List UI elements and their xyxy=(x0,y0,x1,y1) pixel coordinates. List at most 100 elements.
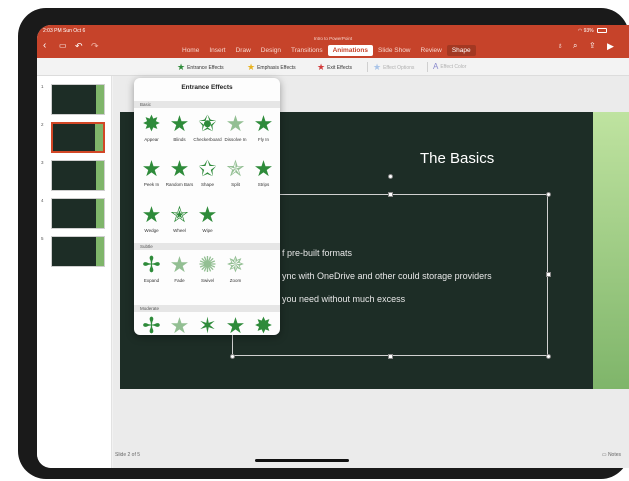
thumbnail-image xyxy=(51,198,105,229)
shape-star-icon: ✩ xyxy=(198,156,217,181)
entrance-effects-popover: Entrance Effects Basic ✸ Appear ★ Blinds ✬… xyxy=(134,78,280,335)
tab-slide-show[interactable]: Slide Show xyxy=(373,45,416,56)
lightbulb-icon[interactable]: ♁ xyxy=(557,41,563,51)
effect-random-bars[interactable]: ★ Random Bars xyxy=(165,156,194,196)
resize-handle[interactable] xyxy=(388,192,393,197)
effect-color-button[interactable]: A Effect Color xyxy=(433,62,466,71)
effect-label: Blinds xyxy=(173,137,186,142)
ribbon-divider xyxy=(427,62,428,72)
entrance-effects-label: Entrance Effects xyxy=(187,64,224,71)
effect-zoom[interactable]: ✵ Zoom xyxy=(221,252,250,292)
wedge-star-icon: ★ xyxy=(141,202,162,227)
emphasis-effects-label: Emphasis Effects xyxy=(257,64,296,71)
resize-handle[interactable] xyxy=(546,354,551,359)
thumbnail-image xyxy=(51,236,105,267)
effect-appear[interactable]: ✸ Appear xyxy=(137,111,166,151)
peek-in-star-icon: ★ xyxy=(141,156,162,181)
effect-options-button[interactable]: ★ Effect Options xyxy=(373,62,414,73)
resize-handle[interactable] xyxy=(388,354,393,359)
redo-icon[interactable]: ↷ xyxy=(91,41,99,51)
effect-swivel[interactable]: ✺ Swivel xyxy=(193,252,222,292)
emphasis-effects-button[interactable]: ★ Emphasis Effects xyxy=(247,62,296,73)
moderate-star-icon: ★ xyxy=(225,313,246,335)
status-indicators: ◠ 93% xyxy=(578,28,607,34)
effect-label: Random Bars xyxy=(165,182,194,187)
title-bar: 2:03 PM Sun Oct 6 ◠ 93% Intro to PowerPo… xyxy=(37,25,629,58)
effect-split[interactable]: ✯ Split xyxy=(221,156,250,196)
swivel-star-icon: ✺ xyxy=(198,252,217,277)
thumbnail-image-selected xyxy=(51,122,105,153)
effect-shape[interactable]: ✩ Shape xyxy=(193,156,222,196)
effect-moderate-2[interactable]: ★ xyxy=(165,313,194,335)
effect-peek-in[interactable]: ★ Peek In xyxy=(137,156,166,196)
play-icon[interactable]: ▶ xyxy=(607,41,614,51)
exit-star-icon: ★ xyxy=(317,62,326,72)
tab-animations[interactable]: Animations xyxy=(327,45,373,56)
resize-handle[interactable] xyxy=(546,272,551,277)
ribbon-tabs: Home Insert Draw Design Transitions Anim… xyxy=(177,45,476,56)
status-time: 2:03 PM Sun Oct 6 xyxy=(43,28,86,34)
entrance-star-icon: ★ xyxy=(177,62,186,72)
effect-fly-in[interactable]: ★ Fly In xyxy=(249,111,278,151)
section-header-subtle: Subtle xyxy=(134,243,280,250)
effect-checkerboard[interactable]: ✬ Checkerboard xyxy=(193,111,222,151)
slide-accent-band xyxy=(593,112,629,389)
effect-options-icon: ★ xyxy=(373,62,382,72)
effect-dissolve-in[interactable]: ★ Dissolve In xyxy=(221,111,250,151)
effect-wipe[interactable]: ★ Wipe xyxy=(193,202,222,242)
appear-star-icon: ✸ xyxy=(142,111,161,136)
battery-icon xyxy=(597,28,607,34)
moderate-star-icon: ✶ xyxy=(198,313,217,335)
thumbnail-image xyxy=(51,84,105,115)
moderate-star-icon: ★ xyxy=(169,313,190,335)
strips-star-icon: ★ xyxy=(253,156,274,181)
undo-icon[interactable]: ↶ xyxy=(75,41,83,51)
effect-label: Shape xyxy=(200,182,214,187)
effect-expand[interactable]: ✢ Expand xyxy=(137,252,166,292)
exit-effects-button[interactable]: ★ Exit Effects xyxy=(317,62,352,73)
effect-strips[interactable]: ★ Strips xyxy=(249,156,278,196)
effect-moderate-4[interactable]: ★ xyxy=(221,313,250,335)
resize-handle[interactable] xyxy=(230,354,235,359)
tab-shape[interactable]: Shape xyxy=(446,45,476,56)
tab-home[interactable]: Home xyxy=(177,45,204,56)
search-icon[interactable]: ⌕ xyxy=(573,41,577,51)
tab-design[interactable]: Design xyxy=(256,45,286,56)
resize-handle[interactable] xyxy=(546,192,551,197)
effect-label: Zoom xyxy=(229,278,242,283)
effect-blinds[interactable]: ★ Blinds xyxy=(165,111,194,151)
back-icon[interactable]: ‹ xyxy=(43,41,46,51)
popover-title: Entrance Effects xyxy=(181,84,233,91)
rotate-handle[interactable] xyxy=(388,174,393,179)
thumbnail-number: 3 xyxy=(41,160,44,165)
tab-draw[interactable]: Draw xyxy=(231,45,256,56)
effect-wedge[interactable]: ★ Wedge xyxy=(137,202,166,242)
notes-button[interactable]: ▭ Notes xyxy=(602,452,621,458)
effect-fade[interactable]: ★ Fade xyxy=(165,252,194,292)
effect-moderate-5[interactable]: ✸ xyxy=(249,313,278,335)
slide-title[interactable]: The Basics xyxy=(420,150,494,167)
random-bars-star-icon: ★ xyxy=(169,156,190,181)
effect-moderate-3[interactable]: ✶ xyxy=(193,313,222,335)
zoom-star-icon: ✵ xyxy=(226,252,245,277)
tab-review[interactable]: Review xyxy=(416,45,447,56)
effect-wheel[interactable]: ✭ Wheel xyxy=(165,202,194,242)
effect-label: Checkerboard xyxy=(193,137,222,142)
slide-counter: Slide 2 of 5 xyxy=(115,452,141,458)
tab-insert[interactable]: Insert xyxy=(204,45,230,56)
battery-label: 93% xyxy=(583,28,594,34)
effect-moderate-1[interactable]: ✢ xyxy=(137,313,166,335)
checkerboard-star-icon: ✬ xyxy=(198,111,217,136)
effect-label: Wedge xyxy=(144,228,159,233)
notes-label: Notes xyxy=(607,452,621,458)
section-header-basic: Basic xyxy=(134,101,280,108)
effect-label: Swivel xyxy=(200,278,214,283)
effect-label: Wipe xyxy=(202,228,213,233)
thumbnail-number: 5 xyxy=(41,236,44,241)
tab-transitions[interactable]: Transitions xyxy=(286,45,328,56)
ribbon-divider xyxy=(367,62,368,72)
share-icon[interactable]: ⇪ xyxy=(589,41,596,51)
animations-ribbon: ★ Entrance Effects ★ Emphasis Effects ★ Exi… xyxy=(37,58,629,76)
file-icon[interactable]: ▭ xyxy=(59,41,67,51)
entrance-effects-button[interactable]: ★ Entrance Effects xyxy=(177,62,224,73)
